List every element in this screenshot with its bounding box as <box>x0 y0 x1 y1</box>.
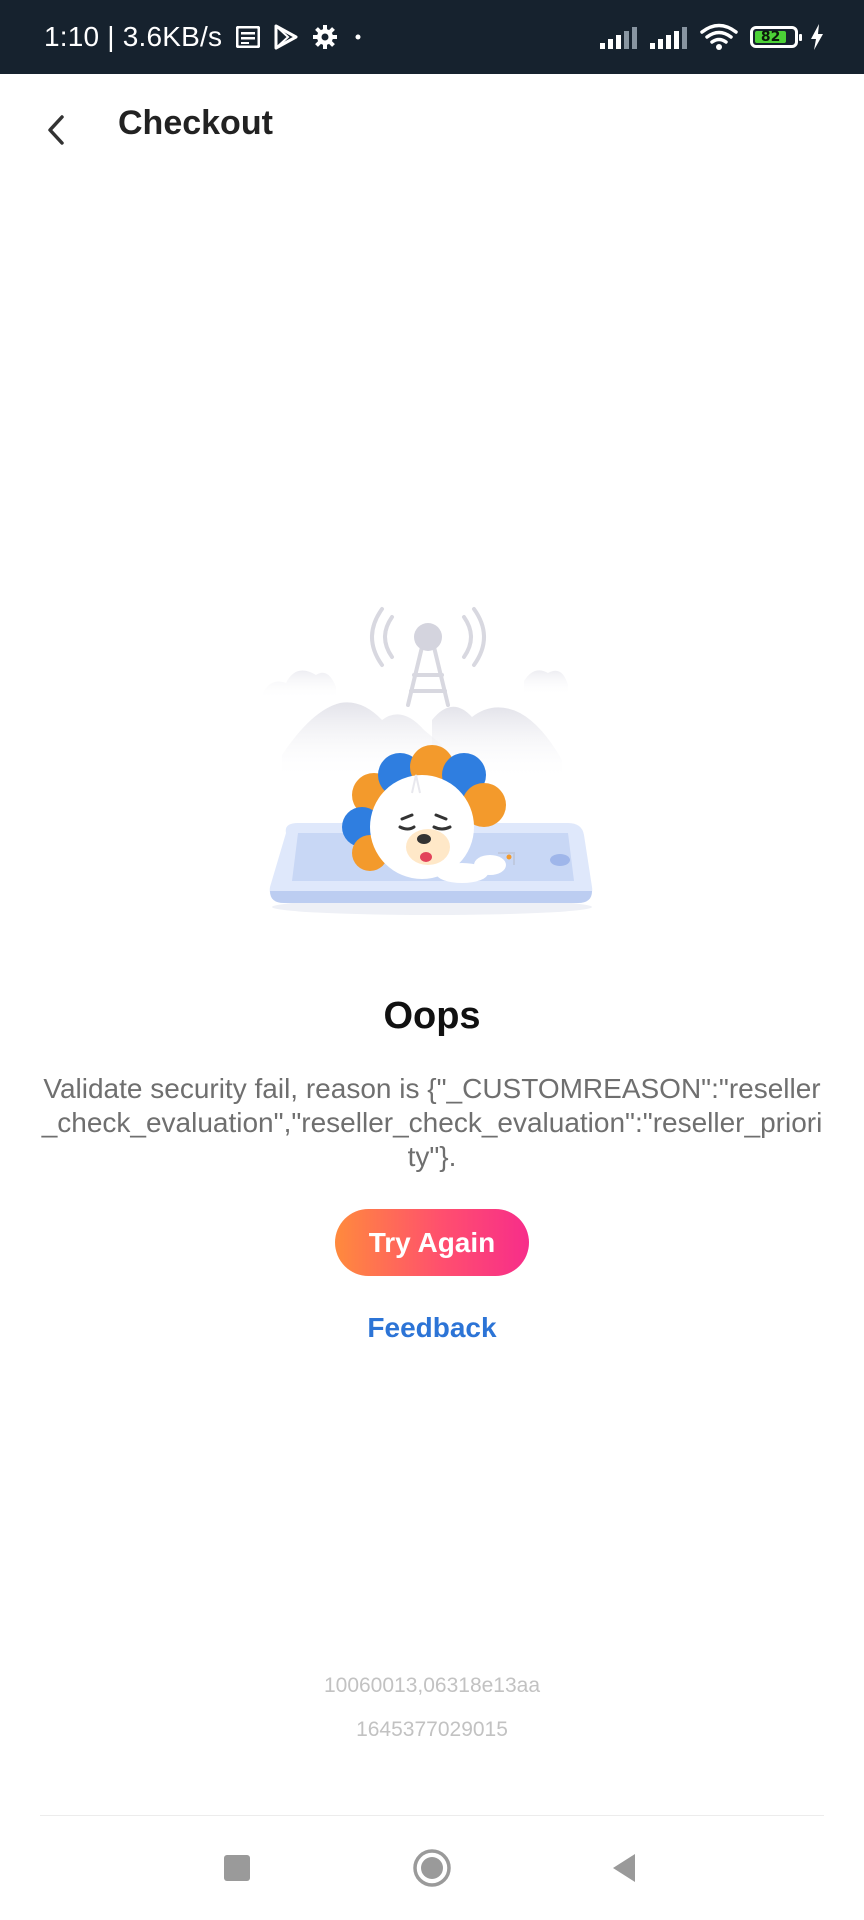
try-again-button[interactable]: Try Again <box>335 1209 529 1276</box>
settings-gear-icon <box>312 24 338 50</box>
signal-icon <box>650 25 688 49</box>
error-message: Validate security fail, reason is {"_CUS… <box>41 1073 823 1172</box>
page-title: Checkout <box>118 104 273 142</box>
recent-apps-button[interactable] <box>207 1838 267 1898</box>
notification-dot-icon <box>352 31 364 43</box>
status-left: 1:10 | 3.6KB/s <box>44 0 364 74</box>
feedback-link[interactable]: Feedback <box>0 1312 864 1344</box>
battery-icon: 82 <box>750 26 802 48</box>
status-right: 82 <box>600 0 824 74</box>
error-title: Oops <box>383 995 481 1037</box>
back-button[interactable] <box>36 106 76 154</box>
network-speed: 3.6KB/s <box>122 21 223 52</box>
lion-sleeping-on-phone-illustration <box>262 595 602 925</box>
error-code: 10060013,06318e13aa <box>323 1674 541 1697</box>
error-timestamp: 1645377029015 <box>356 1718 508 1741</box>
status-time: 1:10 | 3.6KB/s <box>44 21 222 53</box>
wifi-icon <box>700 23 738 51</box>
play-store-icon <box>274 24 298 50</box>
signal-icon <box>600 25 638 49</box>
battery-level: 82 <box>755 29 787 45</box>
notes-icon <box>236 26 261 48</box>
app-header: Checkout <box>0 74 864 186</box>
home-circle-icon <box>413 1849 451 1887</box>
chevron-left-icon <box>48 115 64 145</box>
home-button[interactable] <box>402 1838 462 1898</box>
back-triangle-icon <box>613 1854 635 1882</box>
recent-apps-square-icon <box>224 1855 250 1881</box>
status-bar: 1:10 | 3.6KB/s 82 <box>0 0 864 74</box>
charging-icon <box>810 24 824 50</box>
status-separator: | <box>107 21 115 52</box>
system-back-button[interactable] <box>594 1838 654 1898</box>
system-nav-bar <box>0 1816 864 1920</box>
clock-time: 1:10 <box>44 21 100 52</box>
